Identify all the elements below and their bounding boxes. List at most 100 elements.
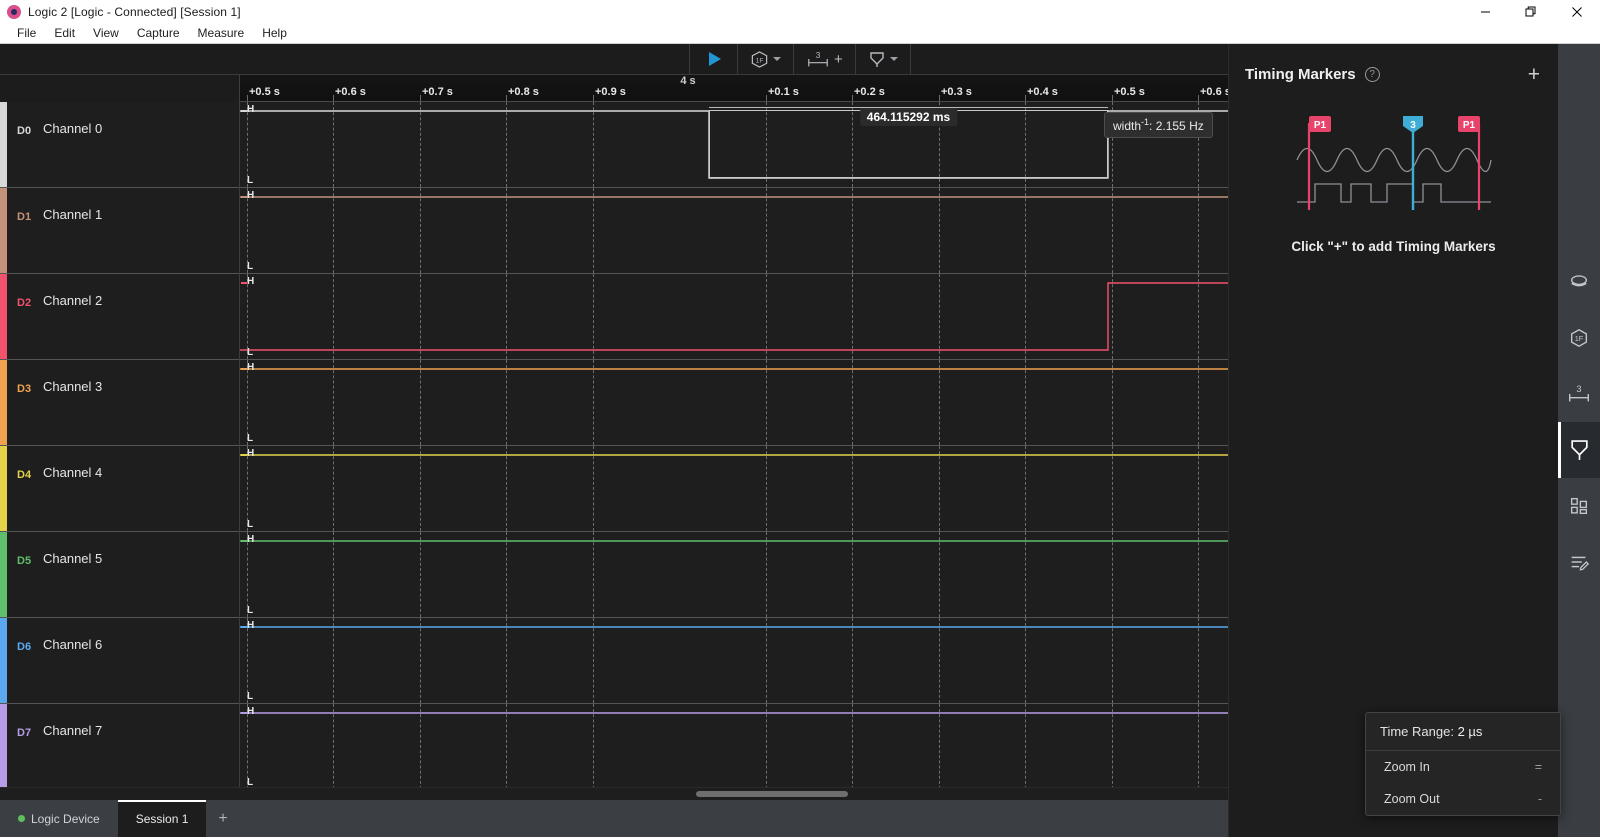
- start-capture-button[interactable]: [690, 44, 738, 74]
- ruler-tick-mark: [766, 95, 767, 101]
- tooltip-exponent: -1: [1141, 117, 1150, 127]
- waveform-row-d6[interactable]: HL: [240, 618, 1228, 704]
- add-session-button[interactable]: +: [206, 800, 239, 837]
- timing-marker-button[interactable]: [856, 44, 911, 74]
- menu-view[interactable]: View: [84, 24, 128, 42]
- add-timing-marker-button[interactable]: +: [1524, 64, 1544, 85]
- low-level-label: L: [247, 605, 254, 616]
- waveform-row-d0[interactable]: HL: [240, 102, 1228, 188]
- rail-item-measurements[interactable]: 3: [1558, 366, 1600, 422]
- tab-session-label: Session 1: [135, 811, 189, 826]
- ruler-tick-mark: [1112, 95, 1113, 101]
- radix-selector-button[interactable]: 1F: [738, 44, 794, 74]
- channel-row-d6[interactable]: D6 Channel 6: [0, 618, 239, 704]
- logic-saleae-icon: [7, 4, 21, 19]
- zoom-out-label: Zoom Out: [1384, 792, 1440, 806]
- extensions-blocks-icon: [1570, 497, 1588, 515]
- ruler-tick-label: +0.6 s: [335, 86, 366, 98]
- menu-measure[interactable]: Measure: [189, 24, 254, 42]
- channel-id-label: D5: [17, 555, 32, 567]
- channel-row-d4[interactable]: D4 Channel 4: [0, 446, 239, 532]
- plus-icon: +: [834, 50, 843, 68]
- scrollbar-track[interactable]: [240, 788, 1228, 800]
- timing-markers-illustration: P1 3 P1: [1229, 105, 1558, 215]
- channel-row-d0[interactable]: D0 Channel 0: [0, 102, 239, 188]
- help-circle-icon[interactable]: ?: [1364, 67, 1380, 82]
- time-ruler[interactable]: +0.5 s +0.6 s +0.7 s +0.8 s +0.9 s +0.1 s +0.2…: [240, 75, 1228, 102]
- waveform-trace: [240, 110, 1228, 179]
- scrollbar-thumb[interactable]: [696, 791, 848, 797]
- ruler-tick-label: +0.5 s: [249, 86, 280, 98]
- zoom-in-label: Zoom In: [1384, 760, 1430, 774]
- analyzers-layers-icon: [1570, 275, 1588, 287]
- chevron-down-icon: [773, 57, 781, 61]
- high-level-label: H: [247, 104, 255, 115]
- main-frame: 1F 3 + +0.5 s +0.6 s +0.7 s +0.8 s +0.9 …: [0, 44, 1600, 837]
- menu-edit[interactable]: Edit: [45, 24, 84, 42]
- menu-help[interactable]: Help: [253, 24, 296, 42]
- waveform-graph[interactable]: 464.115292 ms width-1: 2.155 Hz HLHLHLHL…: [240, 102, 1228, 787]
- low-level-label: L: [247, 777, 254, 787]
- measurement-tooltip: width-1: 2.155 Hz: [1104, 112, 1213, 138]
- waveform-trace: [240, 454, 1228, 456]
- statusbar-right: [1214, 800, 1228, 837]
- right-icon-rail: 1F 3: [1558, 44, 1600, 837]
- low-level-label: L: [247, 347, 254, 358]
- tooltip-prefix: width: [1113, 119, 1142, 133]
- channel-row-d5[interactable]: D5 Channel 5: [0, 532, 239, 618]
- channel-row-d3[interactable]: D3 Channel 3: [0, 360, 239, 446]
- zoom-in-item[interactable]: Zoom In =: [1366, 751, 1560, 783]
- zoom-context-menu[interactable]: Time Range: 2 µs Zoom In = Zoom Out -: [1365, 712, 1561, 816]
- add-measurement-button[interactable]: 3 +: [794, 44, 856, 74]
- width-measure-icon: 3: [808, 50, 828, 67]
- channel-row-d7[interactable]: D7 Channel 7: [0, 704, 239, 787]
- ruler-gutter: [0, 75, 240, 102]
- zoom-in-shortcut: =: [1534, 760, 1542, 774]
- waveform-trace: [240, 282, 1228, 351]
- channel-row-d1[interactable]: D1 Channel 1: [0, 188, 239, 274]
- time-range-row: Time Range: 2 µs: [1366, 713, 1560, 751]
- channel-id-label: D4: [17, 469, 32, 481]
- svg-text:1F: 1F: [756, 57, 764, 64]
- rail-item-timing-markers[interactable]: [1558, 422, 1600, 478]
- rail-item-decoded-protocols[interactable]: 1F: [1558, 310, 1600, 366]
- ruler-tick-label: +0.6 s: [1200, 86, 1228, 98]
- rail-item-notes[interactable]: [1558, 534, 1600, 590]
- channel-row-d2[interactable]: D2 Channel 2: [0, 274, 239, 360]
- svg-text:3: 3: [1576, 384, 1581, 394]
- svg-text:3: 3: [816, 50, 821, 60]
- menu-capture[interactable]: Capture: [128, 24, 189, 42]
- waveform-trace: [240, 540, 1228, 542]
- channel-id-label: D7: [17, 727, 32, 739]
- waveform-row-d3[interactable]: HL: [240, 360, 1228, 446]
- channel-color-bar: [0, 360, 7, 445]
- toolbar-right-spacer: [911, 44, 1228, 74]
- waveform-row-d7[interactable]: HL: [240, 704, 1228, 787]
- ruler-tick-label: +0.3 s: [941, 86, 972, 98]
- chevron-down-icon: [889, 57, 898, 61]
- channel-id-label: D1: [17, 211, 32, 223]
- restore-icon[interactable]: [1508, 0, 1554, 23]
- time-range-label: Time Range:: [1380, 724, 1454, 739]
- menu-file[interactable]: File: [8, 24, 45, 42]
- waveform-row-d1[interactable]: HL: [240, 188, 1228, 274]
- close-icon[interactable]: [1554, 0, 1600, 23]
- low-level-label: L: [247, 691, 254, 702]
- rail-item-analyzers[interactable]: [1558, 254, 1600, 310]
- waveform-row-d5[interactable]: HL: [240, 532, 1228, 618]
- ruler-tick-mark: [852, 95, 853, 101]
- high-level-label: H: [247, 620, 255, 631]
- ruler-tick-label: +0.9 s: [595, 86, 626, 98]
- horizontal-scrollbar[interactable]: [0, 787, 1228, 800]
- tab-session-1[interactable]: Session 1: [117, 800, 207, 837]
- ruler-tick-label: +0.5 s: [1114, 86, 1145, 98]
- ruler-tick-mark: [1198, 95, 1199, 101]
- tab-devices[interactable]: Logic Device: [0, 800, 118, 837]
- waveform-row-d2[interactable]: HL: [240, 274, 1228, 360]
- zoom-out-item[interactable]: Zoom Out -: [1366, 783, 1560, 815]
- high-level-label: H: [247, 362, 255, 373]
- channel-label-column: D0 Channel 0 D1 Channel 1 D2 Channel 2 D3 Chann…: [0, 102, 240, 787]
- waveform-row-d4[interactable]: HL: [240, 446, 1228, 532]
- rail-item-extensions[interactable]: [1558, 478, 1600, 534]
- minimize-icon[interactable]: [1462, 0, 1508, 23]
